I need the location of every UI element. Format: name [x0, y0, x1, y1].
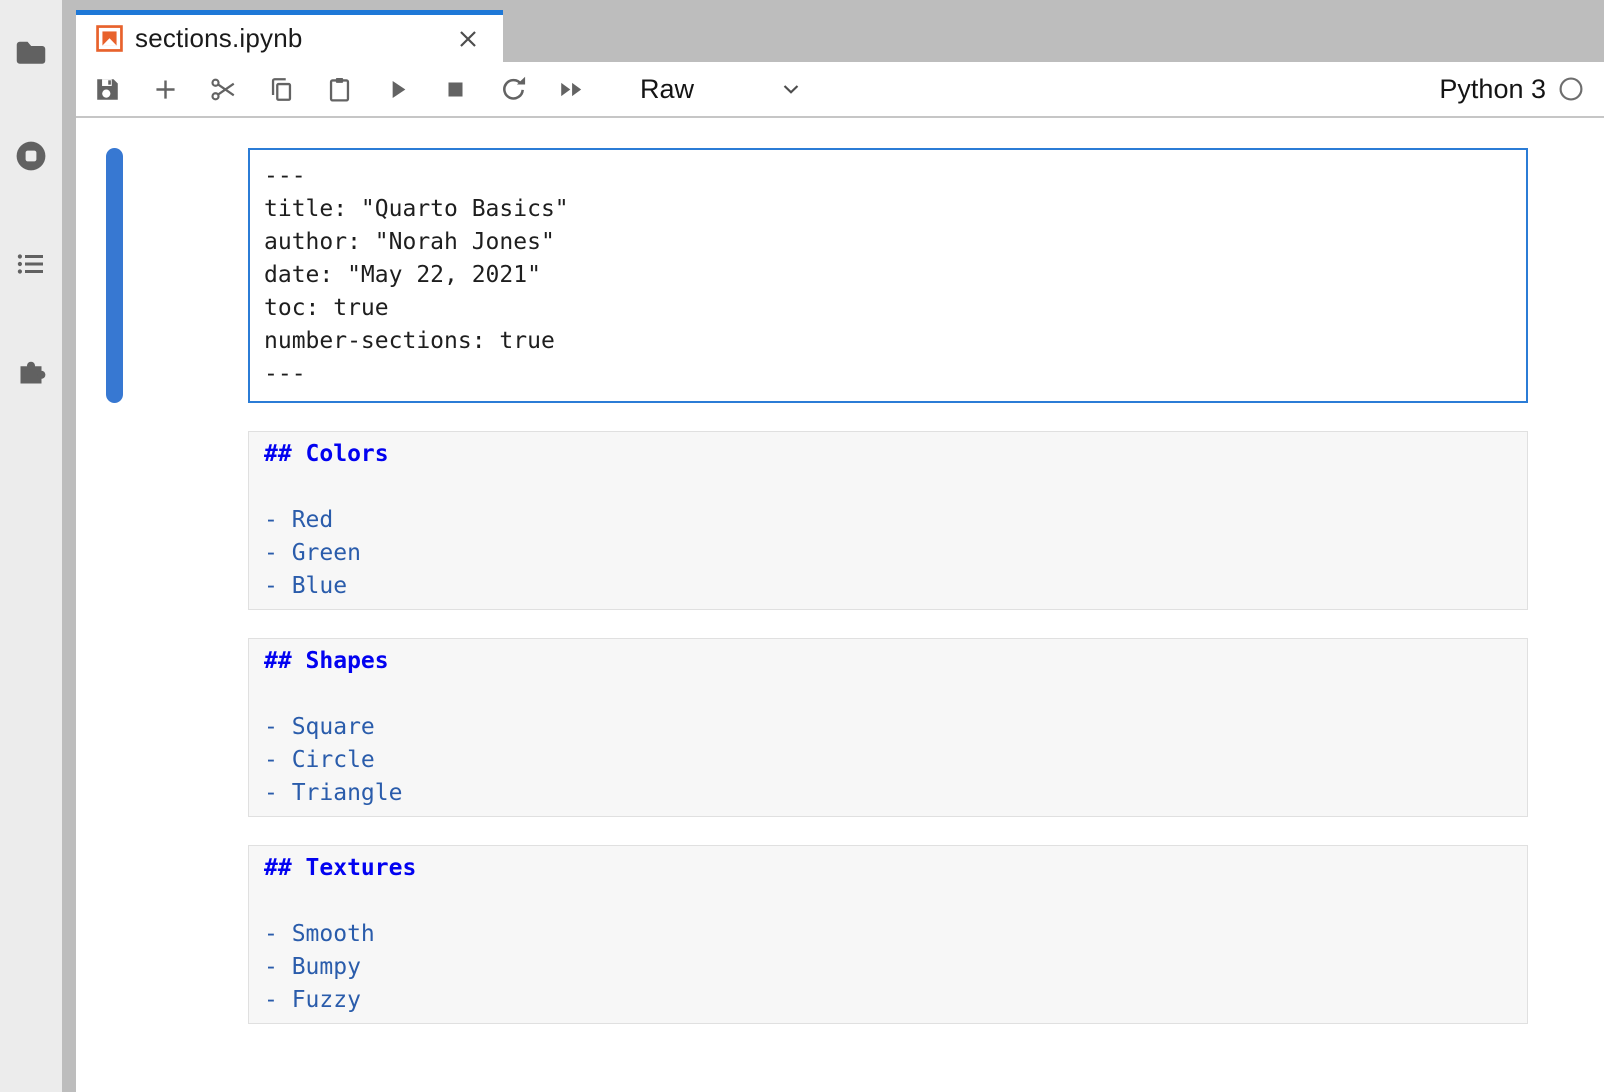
- md-list-line: - Blue: [264, 570, 1512, 603]
- kernel-status-icon[interactable]: [1558, 76, 1584, 102]
- code-line: title: "Quarto Basics": [264, 193, 1512, 226]
- cut-cells-button[interactable]: [208, 74, 238, 104]
- jupyterlab-window: sections.ipynb: [0, 0, 1604, 1092]
- md-blank-line: [264, 471, 1512, 504]
- code-line: author: "Norah Jones": [264, 226, 1512, 259]
- md-list-line: - Bumpy: [264, 951, 1512, 984]
- cell-collapser[interactable]: [106, 638, 123, 817]
- extension-manager-icon[interactable]: [13, 352, 49, 388]
- kernel-name: Python 3: [1439, 74, 1546, 105]
- notebook-panel: --- title: "Quarto Basics" author: "Nora…: [76, 118, 1604, 1092]
- file-browser-icon[interactable]: [13, 34, 49, 70]
- md-heading-line: ## Textures: [264, 852, 1512, 885]
- paste-cells-button[interactable]: [324, 74, 354, 104]
- run-cell-button[interactable]: [382, 74, 412, 104]
- md-list-line: - Fuzzy: [264, 984, 1512, 1017]
- code-line: number-sections: true: [264, 325, 1512, 358]
- save-button[interactable]: [92, 74, 122, 104]
- copy-cells-button[interactable]: [266, 74, 296, 104]
- cell-collapser[interactable]: [106, 431, 123, 610]
- md-list-line: - Red: [264, 504, 1512, 537]
- folder-icon: [13, 34, 49, 70]
- md-heading-line: ## Colors: [264, 438, 1512, 471]
- markdown-cell-editor[interactable]: ## Colors - Red - Green - Blue: [248, 431, 1528, 610]
- fast-forward-icon: [557, 75, 586, 104]
- stop-circle-icon: [13, 136, 49, 176]
- cell-type-dropdown[interactable]: Raw: [640, 74, 804, 105]
- notebook-toolbar: Raw Python 3: [76, 62, 1604, 118]
- code-line: toc: true: [264, 292, 1512, 325]
- sidebar-splitter[interactable]: [62, 0, 76, 1092]
- close-icon[interactable]: [453, 24, 483, 54]
- save-icon: [93, 75, 122, 104]
- copy-icon: [267, 75, 296, 104]
- markdown-cell-textures: ## Textures - Smooth - Bumpy - Fuzzy: [248, 845, 1528, 1024]
- cell-type-value: Raw: [640, 74, 694, 105]
- running-sessions-icon[interactable]: [13, 138, 49, 174]
- md-list-line: - Smooth: [264, 918, 1512, 951]
- md-heading-line: ## Shapes: [264, 645, 1512, 678]
- activity-sidebar: [0, 0, 62, 1092]
- notebook-icon: [96, 25, 123, 52]
- markdown-cell-editor[interactable]: ## Textures - Smooth - Bumpy - Fuzzy: [248, 845, 1528, 1024]
- md-list-line: - Green: [264, 537, 1512, 570]
- main-area: sections.ipynb: [76, 0, 1604, 1092]
- run-all-cells-button[interactable]: [556, 74, 586, 104]
- markdown-cell-shapes: ## Shapes - Square - Circle - Triangle: [248, 638, 1528, 817]
- markdown-cell-colors: ## Colors - Red - Green - Blue: [248, 431, 1528, 610]
- plus-icon: [151, 75, 180, 104]
- cell-collapser[interactable]: [106, 148, 123, 403]
- tab-title: sections.ipynb: [135, 23, 303, 54]
- puzzle-icon: [13, 351, 49, 389]
- md-blank-line: [264, 885, 1512, 918]
- list-icon: [13, 245, 49, 283]
- md-list-line: - Circle: [264, 744, 1512, 777]
- table-of-contents-icon[interactable]: [13, 246, 49, 282]
- kernel-status-group: Python 3: [1439, 74, 1584, 105]
- markdown-cell-editor[interactable]: ## Shapes - Square - Circle - Triangle: [248, 638, 1528, 817]
- cell-collapser[interactable]: [106, 845, 123, 1024]
- scissors-icon: [209, 75, 238, 104]
- chevron-down-icon: [778, 76, 804, 102]
- restart-icon: [499, 75, 528, 104]
- insert-cell-button[interactable]: [150, 74, 180, 104]
- code-line: date: "May 22, 2021": [264, 259, 1512, 292]
- code-line: ---: [264, 160, 1512, 193]
- tab-sections-ipynb[interactable]: sections.ipynb: [76, 10, 503, 62]
- raw-cell-frontmatter: --- title: "Quarto Basics" author: "Nora…: [248, 148, 1528, 403]
- code-line: ---: [264, 358, 1512, 391]
- interrupt-kernel-button[interactable]: [440, 74, 470, 104]
- clipboard-icon: [325, 75, 354, 104]
- md-list-line: - Triangle: [264, 777, 1512, 810]
- stop-icon: [441, 75, 470, 104]
- raw-cell-editor[interactable]: --- title: "Quarto Basics" author: "Nora…: [248, 148, 1528, 403]
- tab-bar: sections.ipynb: [76, 0, 1604, 62]
- md-list-line: - Square: [264, 711, 1512, 744]
- md-blank-line: [264, 678, 1512, 711]
- play-icon: [383, 75, 412, 104]
- restart-kernel-button[interactable]: [498, 74, 528, 104]
